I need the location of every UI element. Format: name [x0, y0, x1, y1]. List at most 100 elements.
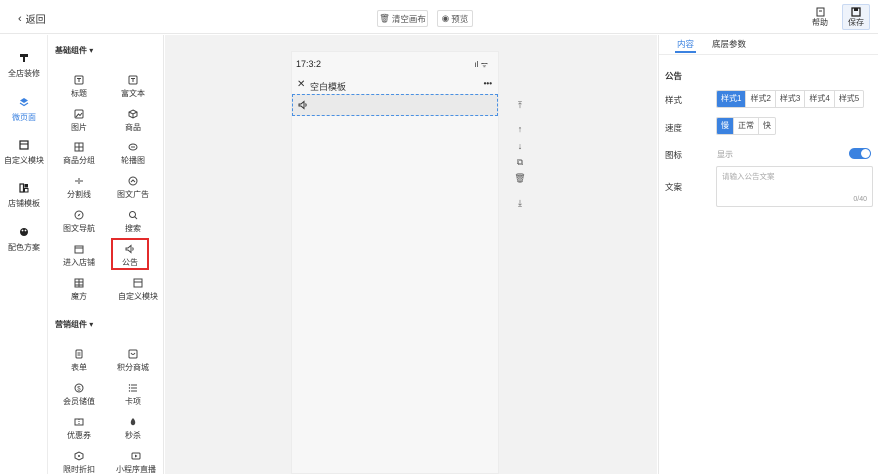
search-icon — [129, 211, 138, 220]
component-label: 商品 — [125, 123, 141, 132]
notice-component-block[interactable] — [292, 94, 498, 116]
marketing-components-header[interactable]: 营销组件 ▾ — [55, 319, 93, 330]
nav-item-custom-module[interactable]: 自定义模块 — [0, 140, 48, 166]
nav-label: 店铺模板 — [8, 199, 40, 208]
speed-slow[interactable]: 慢 — [717, 118, 734, 134]
style-option-1[interactable]: 样式1 — [717, 91, 747, 107]
component-title[interactable]: 标题 — [57, 75, 101, 99]
chevron-left-icon: ‹ — [18, 12, 22, 25]
style-option-2[interactable]: 样式2 — [746, 91, 776, 107]
component-carousel[interactable]: 轮播图 — [111, 142, 155, 166]
live-play-icon — [131, 452, 141, 460]
component-rich-text[interactable]: 富文本 — [111, 75, 155, 99]
component-search[interactable]: 搜索 — [111, 210, 155, 234]
image-ad-icon — [128, 176, 138, 186]
component-label: 卡项 — [125, 397, 141, 406]
tab-underline — [659, 54, 878, 55]
component-points-mall[interactable]: 积分商城 — [111, 349, 155, 373]
nav-label: 自定义模块 — [4, 156, 44, 165]
move-up-icon[interactable]: ↑ — [514, 123, 526, 135]
component-label: 图文广告 — [117, 190, 149, 199]
caret-down-icon: ▾ — [89, 46, 94, 55]
component-label: 标题 — [71, 89, 87, 98]
component-cube[interactable]: 魔方 — [57, 278, 101, 302]
component-divider[interactable]: 分割线 — [57, 176, 101, 200]
palette-icon — [20, 228, 28, 236]
component-member-recharge[interactable]: $ 会员储值 — [57, 383, 101, 407]
image-icon — [74, 109, 84, 119]
component-label: 魔方 — [71, 292, 87, 301]
component-label: 公告 — [122, 258, 138, 267]
top-bar: ‹ 返回 🗑 清空画布 ◉ 预览 帮助 保存 — [0, 0, 878, 34]
component-flash-sale[interactable]: 秒杀 — [111, 417, 155, 441]
nav-item-store-decor[interactable]: 全店装修 — [0, 53, 48, 79]
component-product-group[interactable]: 商品分组 — [57, 142, 101, 166]
phone-page-title: 空白模板 — [310, 82, 347, 92]
help-label: 帮助 — [812, 17, 828, 27]
component-image[interactable]: 图片 — [57, 109, 101, 133]
nav-item-color-scheme[interactable]: 配色方案 — [0, 227, 48, 253]
tab-content[interactable]: 内容 — [675, 38, 697, 53]
preview-label: 预览 — [451, 13, 469, 24]
custom-module-icon — [133, 278, 143, 288]
help-doc-icon — [816, 7, 824, 16]
preview-button[interactable]: ◉ 预览 — [437, 10, 473, 27]
nav-item-store-template[interactable]: 店铺模板 — [0, 183, 48, 209]
clear-canvas-button[interactable]: 🗑 清空画布 — [377, 10, 428, 27]
component-limited-discount[interactable]: 限时折扣 — [57, 451, 101, 475]
delete-icon[interactable]: 🗑 — [514, 172, 526, 184]
trash-icon: 🗑 — [379, 13, 390, 23]
style-option-5[interactable]: 样式5 — [834, 91, 864, 107]
eye-icon: ◉ — [441, 13, 450, 23]
rich-text-icon — [128, 75, 138, 85]
component-coupon[interactable]: 优惠券 — [57, 417, 101, 441]
style-option-4[interactable]: 样式4 — [805, 91, 835, 107]
notice-text-input[interactable]: 请输入公告文案 0/40 — [716, 166, 873, 207]
help-button[interactable]: 帮助 — [806, 4, 834, 30]
icon-toggle[interactable] — [849, 148, 871, 159]
speed-fast[interactable]: 快 — [759, 118, 775, 134]
component-image-nav[interactable]: 图文导航 — [57, 210, 101, 234]
back-label: 返回 — [25, 15, 46, 26]
template-icon — [19, 183, 29, 193]
properties-panel: 内容 底层参数 公告 样式 样式1 样式2 样式3 样式4 样式5 速度 慢 正… — [658, 35, 878, 474]
carousel-icon — [128, 143, 138, 151]
component-mini-live[interactable]: 小程序直播 — [111, 451, 161, 475]
compass-icon — [74, 210, 84, 220]
notice-placeholder: 请输入公告文案 — [722, 172, 775, 181]
basic-components-header[interactable]: 基础组件 ▾ — [55, 45, 93, 56]
custom-module-icon — [19, 140, 29, 150]
nav-item-micro-page[interactable]: 微页面 — [0, 97, 48, 123]
component-label: 限时折扣 — [63, 465, 95, 474]
component-notice[interactable]: 公告 — [111, 238, 149, 270]
component-label: 富文本 — [121, 89, 145, 98]
speed-normal[interactable]: 正常 — [734, 118, 759, 134]
tab-bottom-params[interactable]: 底层参数 — [712, 38, 746, 53]
points-mall-icon — [128, 349, 138, 359]
copy-icon[interactable]: ⧉ — [514, 156, 526, 168]
component-label: 会员储值 — [63, 397, 95, 406]
layers-icon — [19, 98, 29, 107]
component-custom-module[interactable]: 自定义模块 — [111, 278, 165, 302]
component-product[interactable]: 商品 — [111, 109, 155, 133]
close-icon[interactable]: ✕ — [297, 79, 305, 90]
style-option-3[interactable]: 样式3 — [775, 91, 806, 107]
coupon-icon — [74, 418, 84, 426]
component-image-ad[interactable]: 图文广告 — [111, 176, 155, 200]
move-bottom-icon[interactable]: ⤓ — [514, 197, 526, 209]
back-button[interactable]: ‹ 返回 — [18, 11, 46, 27]
component-enter-store[interactable]: 进入店铺 — [57, 244, 101, 268]
move-top-icon[interactable]: ⤒ — [514, 99, 526, 111]
save-label: 保存 — [848, 17, 864, 27]
component-card-items[interactable]: 卡项 — [111, 383, 155, 407]
component-palette: 基础组件 ▾ 标题 富文本 图片 商品 商品分组 轮播图 分割线 图文广告 图文… — [49, 35, 164, 474]
component-form[interactable]: 表单 — [57, 349, 101, 373]
save-button[interactable]: 保存 — [842, 4, 870, 30]
more-icon[interactable]: ••• — [484, 79, 492, 88]
component-label: 搜索 — [125, 224, 141, 233]
move-down-icon[interactable]: ↓ — [514, 140, 526, 152]
discount-icon — [74, 451, 84, 461]
clear-canvas-label: 清空画布 — [391, 13, 426, 24]
icon-label: 图标 — [665, 150, 683, 160]
char-counter: 0/40 — [853, 196, 867, 203]
